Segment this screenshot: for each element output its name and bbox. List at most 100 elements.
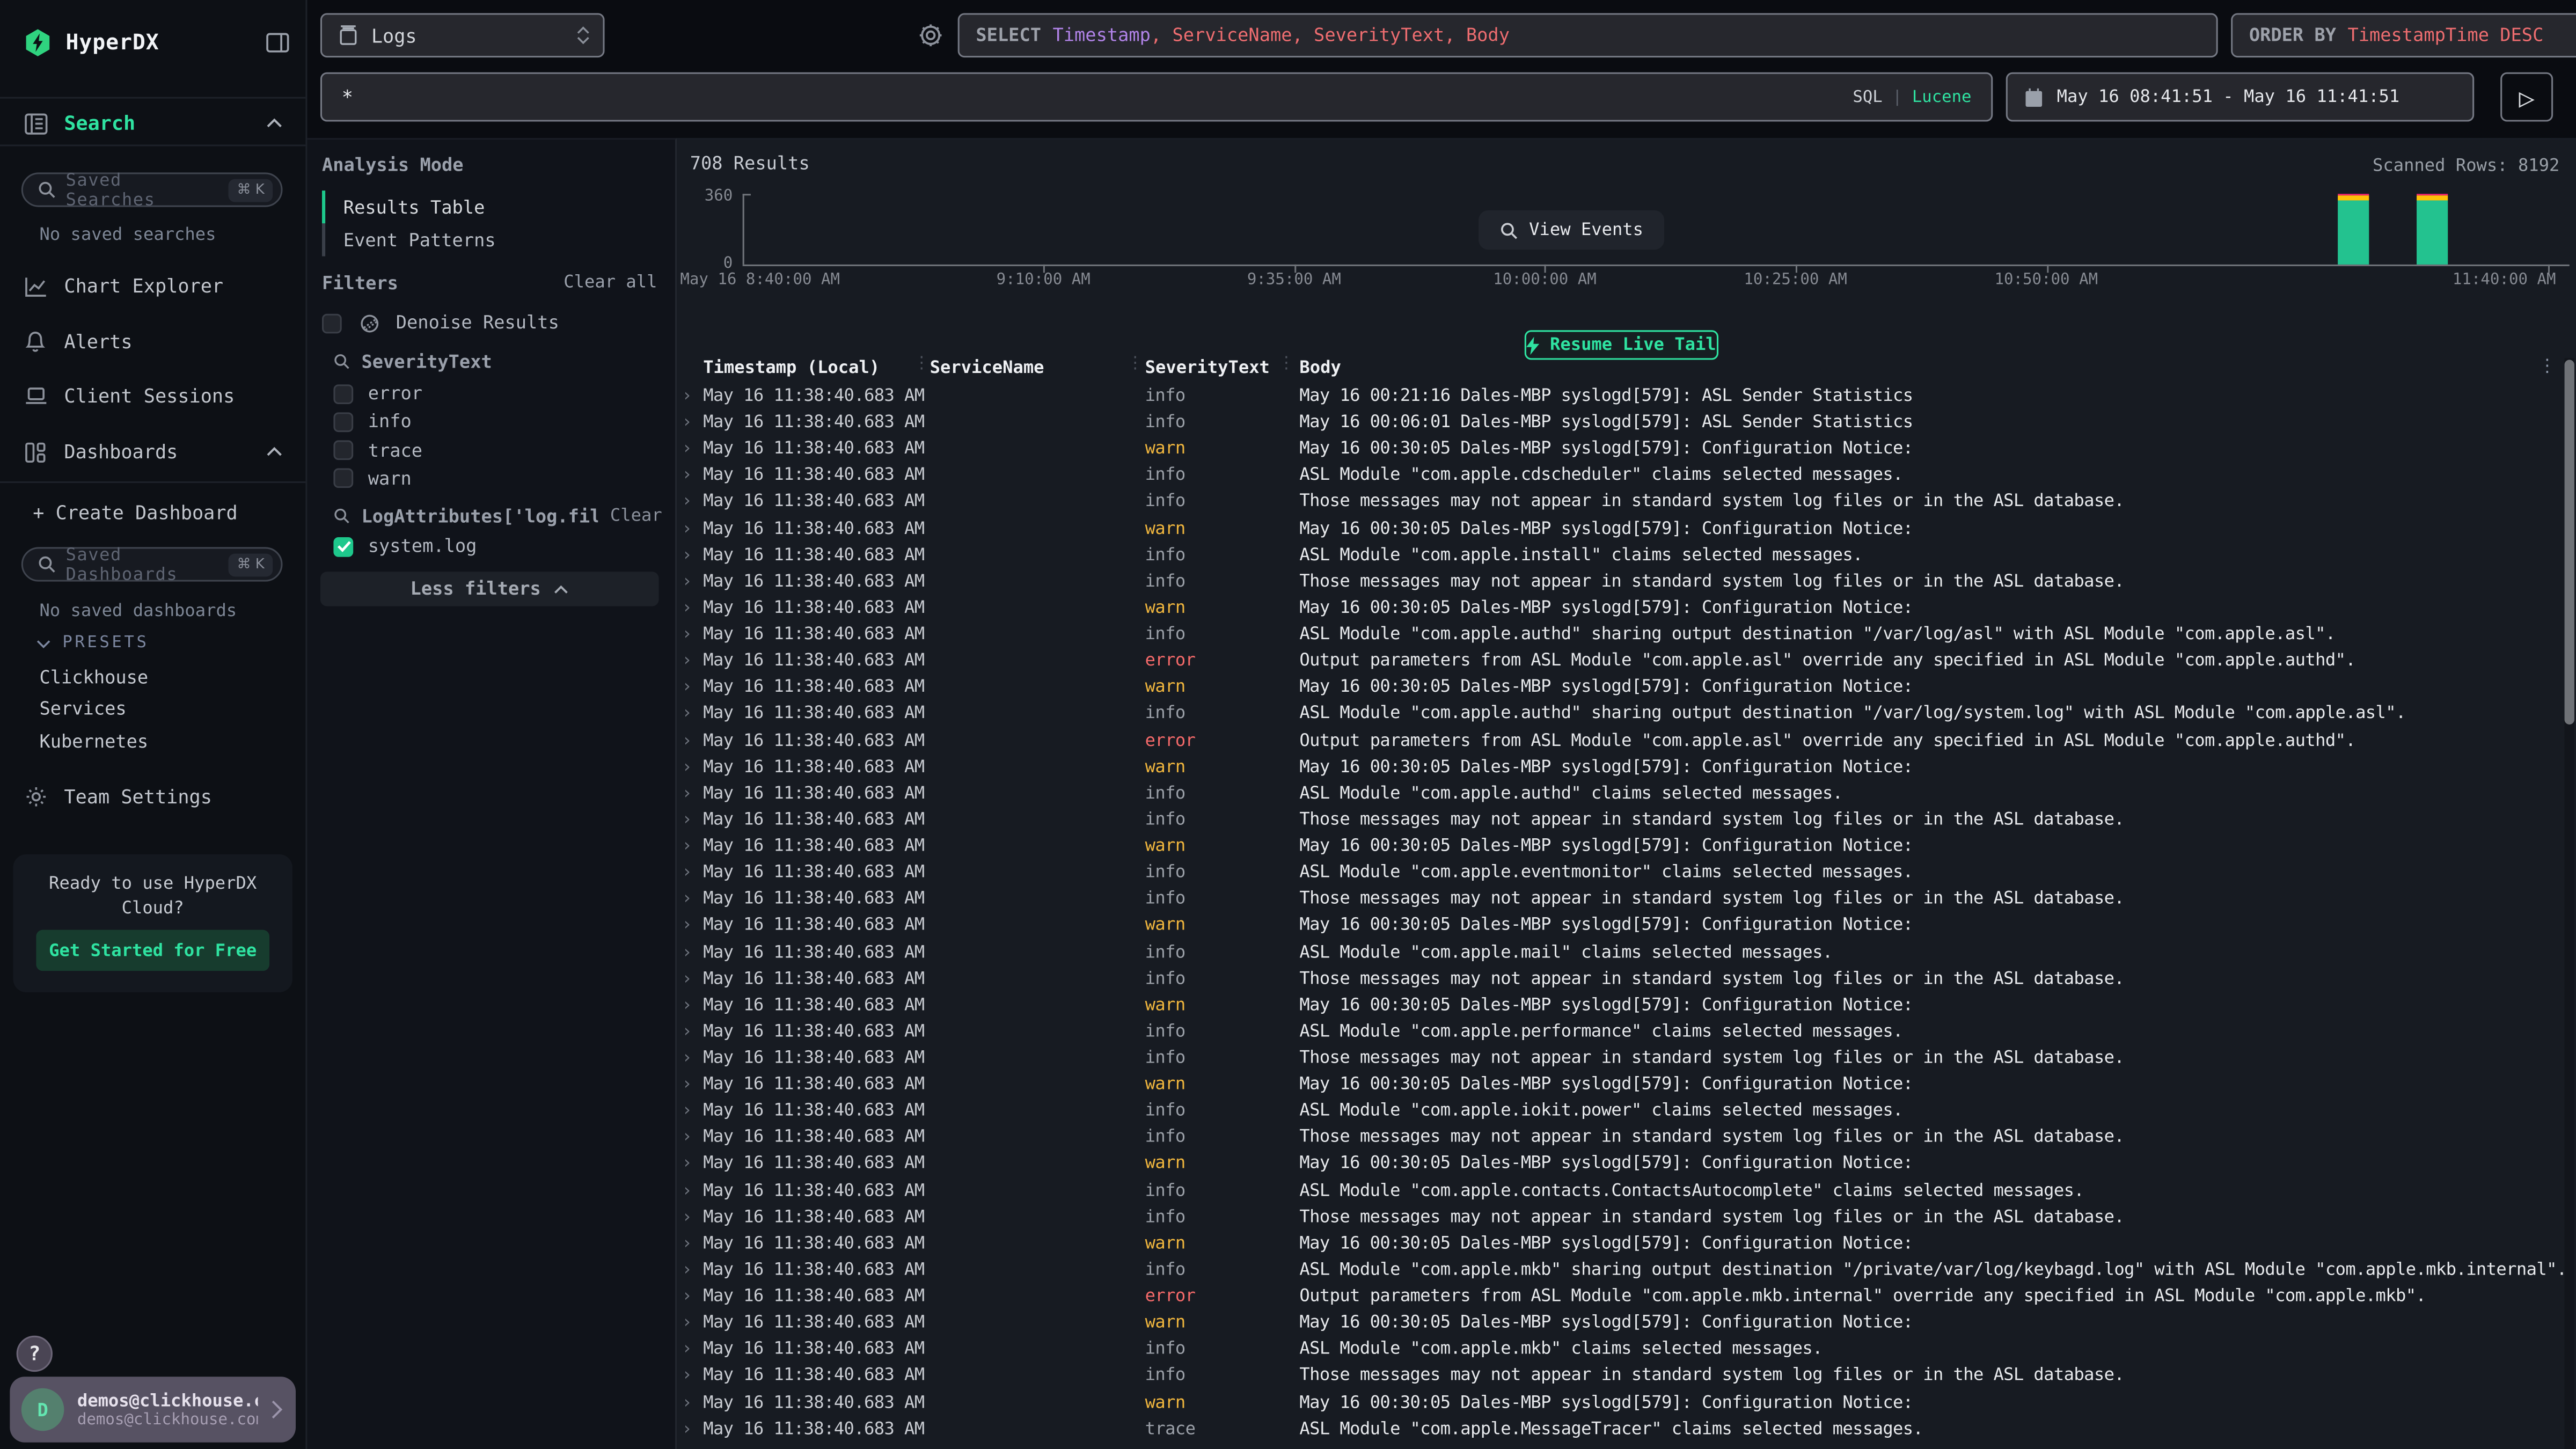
expand-row-chevron-icon[interactable]: ›: [682, 916, 692, 935]
column-separator[interactable]: ⋮: [1278, 355, 1295, 373]
expand-row-chevron-icon[interactable]: ›: [682, 598, 692, 618]
table-row[interactable]: ›May 16 11:38:40.683 AMwarnMay 16 00:30:…: [677, 914, 2563, 940]
expand-row-chevron-icon[interactable]: ›: [682, 1419, 692, 1439]
column-header-body[interactable]: Body: [1299, 358, 1341, 378]
expand-row-chevron-icon[interactable]: ›: [682, 1048, 692, 1068]
less-filters-button[interactable]: Less filters: [320, 572, 659, 606]
expand-row-chevron-icon[interactable]: ›: [682, 942, 692, 962]
preset-item-kubernetes[interactable]: Kubernetes: [39, 731, 148, 752]
expand-row-chevron-icon[interactable]: ›: [682, 1366, 692, 1386]
sidebar-item-team-settings[interactable]: Team Settings: [0, 777, 305, 816]
query-settings-gear-icon[interactable]: [918, 23, 943, 48]
severity-option-info[interactable]: info: [333, 408, 662, 436]
checkbox[interactable]: [333, 412, 353, 432]
table-row[interactable]: ›May 16 11:38:40.683 AMinfoMay 16 00:06:…: [677, 411, 2563, 437]
table-row[interactable]: ›May 16 11:38:40.683 AMwarnMay 16 00:30:…: [677, 596, 2563, 623]
expand-row-chevron-icon[interactable]: ›: [682, 1286, 692, 1306]
expand-row-chevron-icon[interactable]: ›: [682, 1154, 692, 1174]
table-row[interactable]: ›May 16 11:38:40.683 AMinfoASL Module "c…: [677, 623, 2563, 649]
sidebar-item-dashboards[interactable]: Dashboards: [0, 432, 305, 471]
view-events-button[interactable]: View Events: [1479, 210, 1664, 250]
get-started-button[interactable]: Get Started for Free: [36, 930, 269, 971]
table-row[interactable]: ›May 16 11:38:40.683 AMinfoASL Module "c…: [677, 941, 2563, 967]
collapse-sidebar-icon[interactable]: [266, 33, 289, 53]
mode-event-patterns[interactable]: Event Patterns: [322, 223, 659, 256]
resume-live-tail-button[interactable]: Resume Live Tail: [1525, 330, 1718, 360]
expand-row-chevron-icon[interactable]: ›: [682, 1101, 692, 1121]
table-row[interactable]: ›May 16 11:38:40.683 AMwarnMay 16 00:30:…: [677, 835, 2563, 861]
severity-option-warn[interactable]: warn: [333, 465, 662, 493]
expand-row-chevron-icon[interactable]: ›: [682, 1313, 692, 1333]
logfile-option-system.log[interactable]: system.log: [333, 532, 662, 560]
column-header-severitytext[interactable]: SeverityText: [1145, 358, 1270, 378]
table-row[interactable]: ›May 16 11:38:40.683 AMwarnMay 16 00:30:…: [677, 755, 2563, 781]
expand-row-chevron-icon[interactable]: ›: [682, 625, 692, 645]
expand-row-chevron-icon[interactable]: ›: [682, 1340, 692, 1359]
table-row[interactable]: ›May 16 11:38:40.683 AMwarnMay 16 00:30:…: [677, 1152, 2563, 1179]
run-query-button[interactable]: ▷: [2500, 72, 2553, 122]
expand-row-chevron-icon[interactable]: ›: [682, 757, 692, 777]
expand-row-chevron-icon[interactable]: ›: [682, 810, 692, 830]
expand-row-chevron-icon[interactable]: ›: [682, 413, 692, 433]
scrollbar-thumb[interactable]: [2565, 360, 2574, 724]
expand-row-chevron-icon[interactable]: ›: [682, 545, 692, 565]
user-menu[interactable]: D demos@clickhouse.com demos@clickhouse.…: [10, 1377, 296, 1442]
table-row[interactable]: ›May 16 11:38:40.683 AMinfoThose message…: [677, 1205, 2563, 1232]
expand-row-chevron-icon[interactable]: ›: [682, 704, 692, 724]
expand-row-chevron-icon[interactable]: ›: [682, 863, 692, 883]
checkbox[interactable]: [333, 384, 353, 404]
expand-row-chevron-icon[interactable]: ›: [682, 1181, 692, 1201]
expand-row-chevron-icon[interactable]: ›: [682, 651, 692, 671]
expand-row-chevron-icon[interactable]: ›: [682, 784, 692, 803]
table-row[interactable]: ›May 16 11:38:40.683 AMtraceASL Module "…: [677, 1417, 2563, 1444]
sidebar-item-chart-explorer[interactable]: Chart Explorer: [0, 266, 305, 305]
table-row[interactable]: ›May 16 11:38:40.683 AMinfoASL Module "c…: [677, 1100, 2563, 1126]
table-row[interactable]: ›May 16 11:38:40.683 AMwarnMay 16 00:30:…: [677, 993, 2563, 1020]
column-separator[interactable]: ⋮: [1127, 355, 1144, 373]
saved-searches-input[interactable]: Saved Searches ⌘ K: [21, 172, 283, 207]
table-row[interactable]: ›May 16 11:38:40.683 AMinfoThose message…: [677, 491, 2563, 517]
language-toggle[interactable]: SQL | Lucene: [1853, 88, 1971, 106]
table-row[interactable]: ›May 16 11:38:40.683 AMinfoASL Module "c…: [677, 1020, 2563, 1046]
expand-row-chevron-icon[interactable]: ›: [682, 386, 692, 406]
sidebar-item-client-sessions[interactable]: Client Sessions: [0, 376, 305, 415]
column-header-timestamp[interactable]: Timestamp (Local): [703, 358, 880, 378]
mode-results-table[interactable]: Results Table: [322, 191, 659, 223]
search-icon[interactable]: [333, 508, 350, 524]
expand-row-chevron-icon[interactable]: ›: [682, 836, 692, 856]
severity-option-trace[interactable]: trace: [333, 436, 662, 464]
table-row[interactable]: ›May 16 11:38:40.683 AMinfoThose message…: [677, 967, 2563, 993]
preset-item-clickhouse[interactable]: Clickhouse: [39, 667, 148, 689]
column-header-servicename[interactable]: ServiceName: [930, 358, 1044, 378]
expand-row-chevron-icon[interactable]: ›: [682, 730, 692, 750]
search-icon[interactable]: [333, 353, 350, 370]
table-row[interactable]: ›May 16 11:38:40.683 AMinfoASL Module "c…: [677, 861, 2563, 888]
expand-row-chevron-icon[interactable]: ›: [682, 492, 692, 512]
table-options-kebab-icon[interactable]: ⋮: [2538, 355, 2557, 376]
source-select[interactable]: Logs: [320, 13, 605, 57]
expand-row-chevron-icon[interactable]: ›: [682, 889, 692, 909]
expand-row-chevron-icon[interactable]: ›: [682, 1207, 692, 1227]
date-range-picker[interactable]: May 16 08:41:51 - May 16 11:41:51: [2006, 72, 2474, 122]
search-query-input[interactable]: * SQL | Lucene: [320, 72, 1993, 122]
expand-row-chevron-icon[interactable]: ›: [682, 677, 692, 697]
table-row[interactable]: ›May 16 11:38:40.683 AMinfoASL Module "c…: [677, 782, 2563, 808]
denoise-checkbox[interactable]: [322, 313, 342, 333]
order-by-input[interactable]: ORDER BY TimestampTime DESC: [2231, 13, 2576, 57]
select-clause-input[interactable]: SELECT Timestamp , ServiceName, Severity…: [958, 13, 2218, 57]
table-row[interactable]: ›May 16 11:38:40.683 AMinfoASL Module "c…: [677, 543, 2563, 569]
expand-row-chevron-icon[interactable]: ›: [682, 1393, 692, 1413]
expand-row-chevron-icon[interactable]: ›: [682, 969, 692, 989]
column-separator[interactable]: ⋮: [913, 355, 930, 373]
table-row[interactable]: ›May 16 11:38:40.683 AMwarnMay 16 00:30:…: [677, 437, 2563, 464]
expand-row-chevron-icon[interactable]: ›: [682, 572, 692, 591]
help-button[interactable]: ?: [17, 1336, 53, 1372]
clear-all-button[interactable]: Clear all: [564, 273, 657, 292]
presets-header[interactable]: PRESETS: [36, 634, 149, 653]
table-row[interactable]: ›May 16 11:38:40.683 AMwarnMay 16 00:30:…: [677, 1311, 2563, 1337]
sidebar-item-search[interactable]: Search: [0, 100, 305, 147]
expand-row-chevron-icon[interactable]: ›: [682, 995, 692, 1015]
table-row[interactable]: ›May 16 11:38:40.683 AMinfoASL Module "c…: [677, 1258, 2563, 1285]
expand-row-chevron-icon[interactable]: ›: [682, 1260, 692, 1280]
table-row[interactable]: ›May 16 11:38:40.683 AMwarnMay 16 00:30:…: [677, 517, 2563, 543]
